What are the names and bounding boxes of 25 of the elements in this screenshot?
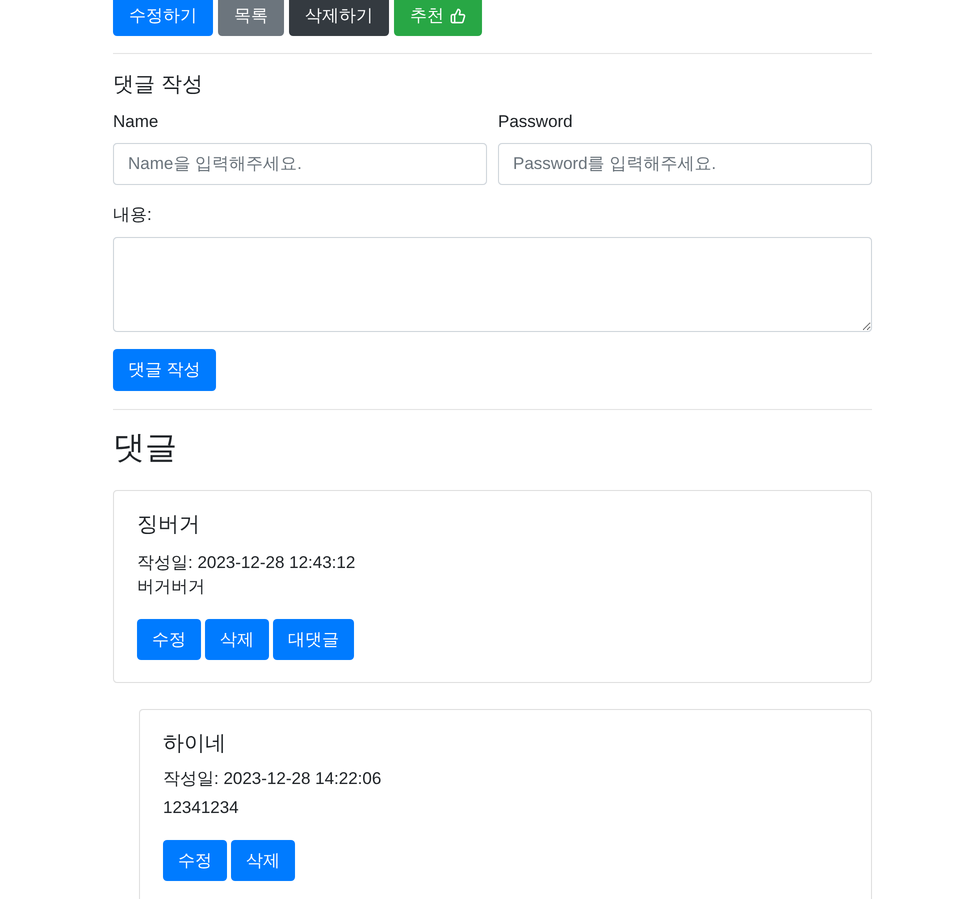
comment-date: 작성일: 2023-12-28 12:43:12	[137, 552, 356, 574]
post-action-button[interactable]: 목록	[218, 0, 284, 36]
comment-action-button[interactable]: 수정	[137, 619, 201, 660]
comment-author: 하이네	[163, 731, 227, 757]
post-action-button[interactable]: 삭제하기	[289, 0, 389, 36]
comment-date: 작성일: 2023-12-28 14:22:06	[163, 768, 382, 790]
submit-comment-button[interactable]: 댓글 작성	[113, 349, 216, 391]
form-heading: 댓글 작성	[113, 72, 204, 98]
comment-action-button[interactable]: 대댓글	[273, 619, 354, 660]
comment-text: 12341234	[163, 797, 240, 819]
name-input[interactable]: Name을 입력해주세요.	[113, 143, 487, 185]
thumbs-up-icon	[450, 8, 466, 24]
comment-text: 버거버거	[137, 576, 206, 598]
password-input[interactable]: Password를 입력해주세요.	[498, 143, 872, 185]
field-label: Password	[498, 111, 574, 133]
post-action-button[interactable]: 수정하기	[113, 0, 213, 36]
comment-author: 징버거	[137, 512, 201, 538]
comment-action-button[interactable]: 삭제	[231, 840, 295, 881]
field-label: 내용:	[113, 204, 153, 226]
field-label: Name	[113, 111, 160, 133]
comment-action-button[interactable]: 삭제	[205, 619, 269, 660]
comment-action-button[interactable]: 수정	[163, 840, 227, 881]
comments-heading: 댓글	[113, 428, 178, 466]
post-action-button[interactable]: 추천	[394, 0, 482, 36]
content-textarea[interactable]	[113, 237, 872, 332]
